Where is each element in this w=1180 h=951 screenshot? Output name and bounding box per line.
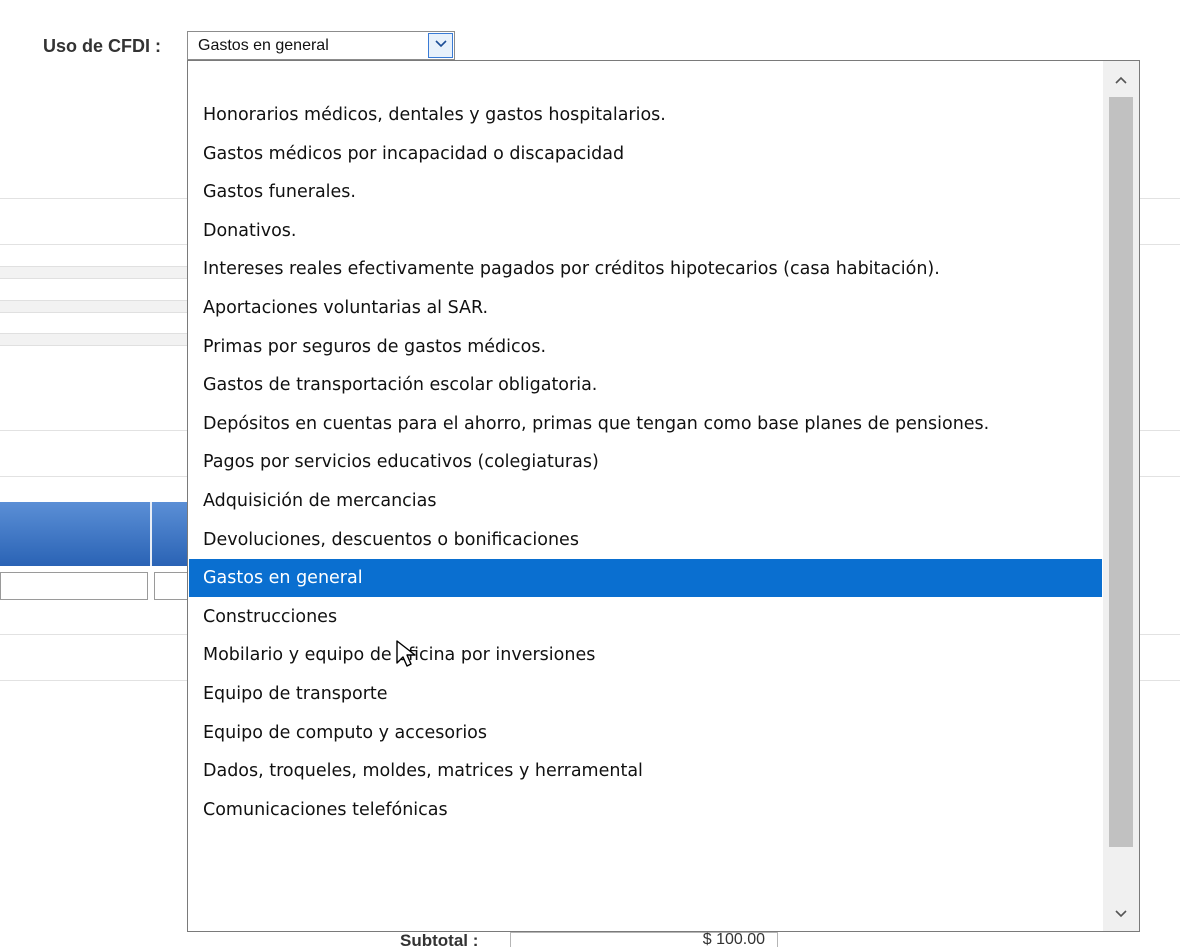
chevron-up-icon-glyph [1115,76,1127,84]
dropdown-option[interactable]: Aportaciones voluntarias al SAR. [189,289,1102,327]
dropdown-option[interactable]: Primas por seguros de gastos médicos. [189,328,1102,366]
dropdown-scrollbar[interactable] [1103,61,1139,931]
uso-cfdi-label: Uso de CFDI : [43,36,162,56]
dropdown-option[interactable]: Pagos por servicios educativos (colegiat… [189,443,1102,481]
subtotal-field: $ 100.00 [510,931,778,948]
chevron-up-icon[interactable] [1103,61,1139,97]
uso-cfdi-select[interactable]: Gastos en general [187,31,455,60]
column-divider [150,502,152,566]
dropdown-option[interactable]: Construcciones [189,598,1102,636]
dropdown-option[interactable]: Adquisición de mercancias [189,482,1102,520]
dropdown-option[interactable]: Gastos funerales. [189,173,1102,211]
form-field-strip [0,333,188,346]
dropdown-option[interactable]: Gastos de transportación escolar obligat… [189,366,1102,404]
scrollbar-thumb[interactable] [1109,97,1133,847]
dropdown-option[interactable]: Donativos. [189,212,1102,250]
uso-cfdi-dropdown-list[interactable]: Honorarios médicos, dentales y gastos ho… [187,60,1140,932]
dropdown-option[interactable]: Comunicaciones telefónicas [189,791,1102,829]
uso-cfdi-selected-value: Gastos en general [198,37,329,54]
dropdown-option[interactable]: Devoluciones, descuentos o bonificacione… [189,521,1102,559]
mouse-pointer-icon [396,640,416,667]
dropdown-option[interactable]: Gastos médicos por incapacidad o discapa… [189,135,1102,173]
form-field-strip [0,300,188,313]
dropdown-option[interactable]: Intereses reales efectivamente pagados p… [189,250,1102,288]
dropdown-option[interactable]: Mobilario y equipo de oficina por invers… [189,636,1102,674]
items-table-header [0,502,188,566]
table-cell-input[interactable] [0,572,148,600]
dropdown-option[interactable] [189,61,1102,95]
dropdown-option[interactable]: Equipo de computo y accesorios [189,714,1102,752]
dropdown-option-selected[interactable]: Gastos en general [189,559,1102,598]
chevron-down-icon[interactable] [1103,895,1139,931]
dropdown-option[interactable]: Depósitos en cuentas para el ahorro, pri… [189,405,1102,443]
dropdown-option[interactable]: Dados, troqueles, moldes, matrices y her… [189,752,1102,790]
dropdown-option[interactable]: Equipo de transporte [189,675,1102,713]
form-field-strip [0,266,188,279]
subtotal-value: $ 100.00 [702,931,765,948]
subtotal-label: Subtotal : [400,931,479,950]
dropdown-option[interactable]: Honorarios médicos, dentales y gastos ho… [189,96,1102,134]
chevron-down-icon-glyph [434,40,447,48]
chevron-down-icon[interactable] [428,33,453,58]
chevron-down-icon-glyph [1115,910,1127,918]
